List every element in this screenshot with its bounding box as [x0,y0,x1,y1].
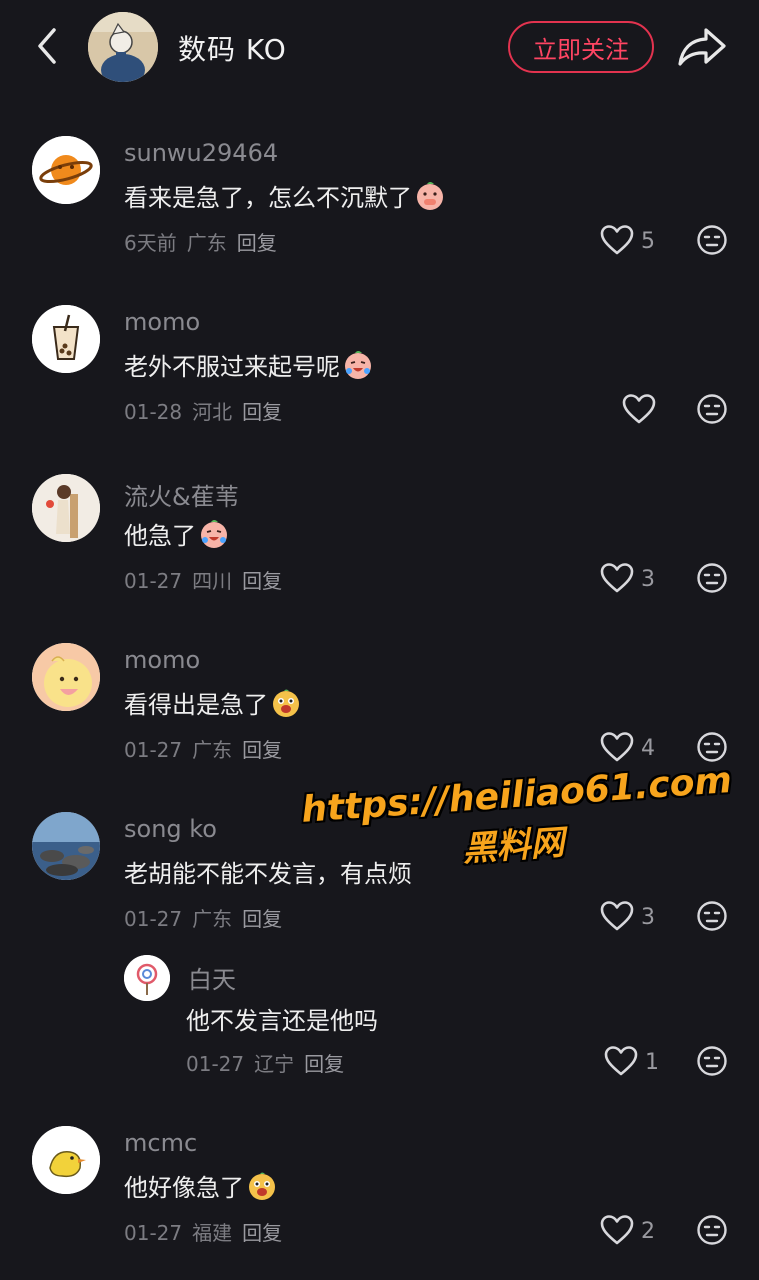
peach-shush-emoji-icon [417,181,443,210]
comment-username[interactable]: momo [124,646,200,674]
comment-location: 福建 [192,1221,233,1245]
comment-location: 广东 [192,907,233,931]
account-avatar[interactable] [88,12,158,82]
heart-icon[interactable] [604,1045,638,1077]
comment-meta: 6天前 广东 回复 [124,227,287,256]
comment-text: 他好像急了 [124,1168,278,1203]
comment-username[interactable]: song ko [124,815,217,843]
dislike-face-icon[interactable] [696,1045,728,1077]
avatar[interactable] [32,1126,100,1194]
comment-username[interactable]: 流火&萑苇 [124,477,239,512]
reply-button[interactable]: 回复 [242,738,282,762]
reply-button[interactable]: 回复 [242,400,282,424]
avatar[interactable] [32,305,100,373]
follow-button[interactable]: 立即关注 [508,21,654,73]
comment-date: 01-27 [124,907,183,931]
dislike-face-icon[interactable] [696,562,728,594]
peach-laugh-cry-emoji-icon [345,350,371,379]
comment-meta: 01-27 四川 回复 [124,565,292,594]
dislike-face-icon[interactable] [696,393,728,425]
comment-location: 四川 [192,569,233,593]
like-count: 5 [641,229,655,254]
reply-text: 他不发言还是他吗 [186,1007,378,1035]
comment-text-body: 老外不服过来起号呢 [124,353,340,381]
comment-text: 老胡能不能不发言，有点烦 [124,854,412,889]
like-count: 4 [641,736,655,761]
comment-text-body: 看得出是急了 [124,691,268,719]
heart-icon[interactable] [600,562,634,594]
dislike-face-icon[interactable] [696,224,728,256]
comment-text: 看得出是急了 [124,685,302,720]
comment-text-body: 老胡能不能不发言，有点烦 [124,860,412,888]
back-arrow-icon[interactable] [32,24,64,68]
comment-date: 01-27 [186,1052,245,1076]
like-count: 1 [645,1050,659,1075]
share-icon[interactable] [676,22,728,70]
comment-text-body: 他急了 [124,522,196,550]
comment-username[interactable]: sunwu29464 [124,139,278,167]
comment-text-body: 看来是急了，怎么不沉默了 [124,184,412,212]
reply-button[interactable]: 回复 [237,231,277,255]
like-count: 3 [641,905,655,930]
heart-icon[interactable] [600,731,634,763]
dislike-face-icon[interactable] [696,900,728,932]
avatar[interactable] [124,955,170,1001]
comment-text: 老外不服过来起号呢 [124,347,374,382]
comment-text: 他急了 [124,516,230,551]
reply-button[interactable]: 回复 [242,569,282,593]
comment-location: 广东 [192,738,233,762]
comment-date: 01-27 [124,569,183,593]
heart-icon[interactable] [622,393,656,425]
comment-meta: 01-27 广东 回复 [124,734,292,763]
comment-date: 6天前 [124,231,177,255]
comment-username[interactable]: mcmc [124,1129,197,1157]
comment-location: 广东 [186,231,227,255]
heart-icon[interactable] [600,1214,634,1246]
reply-username[interactable]: 白天 [188,960,236,995]
avatar[interactable] [32,474,100,542]
comment-meta: 01-27 福建 回复 [124,1217,292,1246]
comment-text: 看来是急了，怎么不沉默了 [124,178,446,213]
comment-date: 01-27 [124,1221,183,1245]
dislike-face-icon[interactable] [696,1214,728,1246]
comment-meta: 01-28 河北 回复 [124,396,292,425]
peach-laugh-cry-emoji-icon [201,519,227,548]
avatar[interactable] [32,643,100,711]
reply-button[interactable]: 回复 [304,1052,344,1076]
dog-face-emoji-icon [249,1172,275,1200]
watermark-name: 黑料网 [461,822,566,870]
comment-location: 河北 [192,400,233,424]
watermark-url: https://heiliao61.com [300,759,734,831]
comment-text-body: 他好像急了 [124,1174,244,1202]
comment-meta: 01-27 广东 回复 [124,903,292,932]
avatar[interactable] [32,812,100,880]
comment-date: 01-28 [124,400,183,424]
dislike-face-icon[interactable] [696,731,728,763]
heart-icon[interactable] [600,224,634,256]
comment-location: 辽宁 [254,1052,295,1076]
heart-icon[interactable] [600,900,634,932]
like-count: 2 [641,1219,655,1244]
like-count: 3 [641,567,655,592]
comment-username[interactable]: momo [124,308,200,336]
avatar[interactable] [32,136,100,204]
reply-button[interactable]: 回复 [242,1221,282,1245]
dog-face-emoji-icon [273,689,299,717]
reply-meta: 01-27 辽宁 回复 [186,1048,354,1077]
top-bar: 数码 KO 立即关注 [0,0,759,94]
account-title: 数码 KO [178,33,287,66]
reply-button[interactable]: 回复 [242,907,282,931]
comment-date: 01-27 [124,738,183,762]
